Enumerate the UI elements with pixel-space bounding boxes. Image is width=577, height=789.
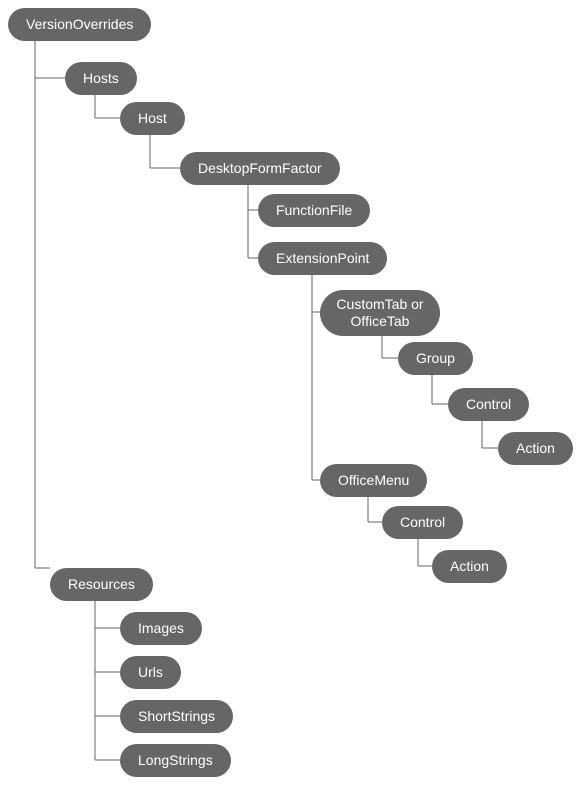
node-extension-point: ExtensionPoint [258, 242, 387, 275]
node-label: Control [400, 514, 445, 531]
node-desktop-form-factor: DesktopFormFactor [180, 152, 340, 185]
node-office-menu: OfficeMenu [320, 464, 427, 497]
node-urls: Urls [120, 656, 181, 689]
node-label: Action [516, 440, 555, 457]
node-label: Action [450, 558, 489, 575]
node-long-strings: LongStrings [120, 744, 231, 777]
node-action-1: Action [498, 432, 573, 465]
node-label: FunctionFile [276, 202, 352, 219]
node-action-2: Action [432, 550, 507, 583]
node-version-overrides: VersionOverrides [8, 8, 151, 41]
node-label: VersionOverrides [26, 16, 133, 33]
node-label: ShortStrings [138, 708, 215, 725]
node-label: Resources [68, 576, 135, 593]
node-label: Hosts [83, 70, 119, 87]
node-label: Urls [138, 664, 163, 681]
node-custom-or-office-tab: CustomTab or OfficeTab [320, 290, 440, 336]
node-host: Host [120, 102, 185, 135]
node-control-1: Control [448, 388, 529, 421]
node-label: Host [138, 110, 167, 127]
node-label: CustomTab or OfficeTab [330, 296, 430, 330]
node-group: Group [398, 342, 473, 375]
node-label: Control [466, 396, 511, 413]
node-images: Images [120, 612, 202, 645]
node-label: ExtensionPoint [276, 250, 369, 267]
node-function-file: FunctionFile [258, 194, 370, 227]
node-label: Images [138, 620, 184, 637]
node-hosts: Hosts [65, 62, 137, 95]
node-control-2: Control [382, 506, 463, 539]
node-label: LongStrings [138, 752, 213, 769]
node-label: OfficeMenu [338, 472, 409, 489]
node-label: DesktopFormFactor [198, 160, 322, 177]
node-short-strings: ShortStrings [120, 700, 233, 733]
node-resources: Resources [50, 568, 153, 601]
node-label: Group [416, 350, 455, 367]
